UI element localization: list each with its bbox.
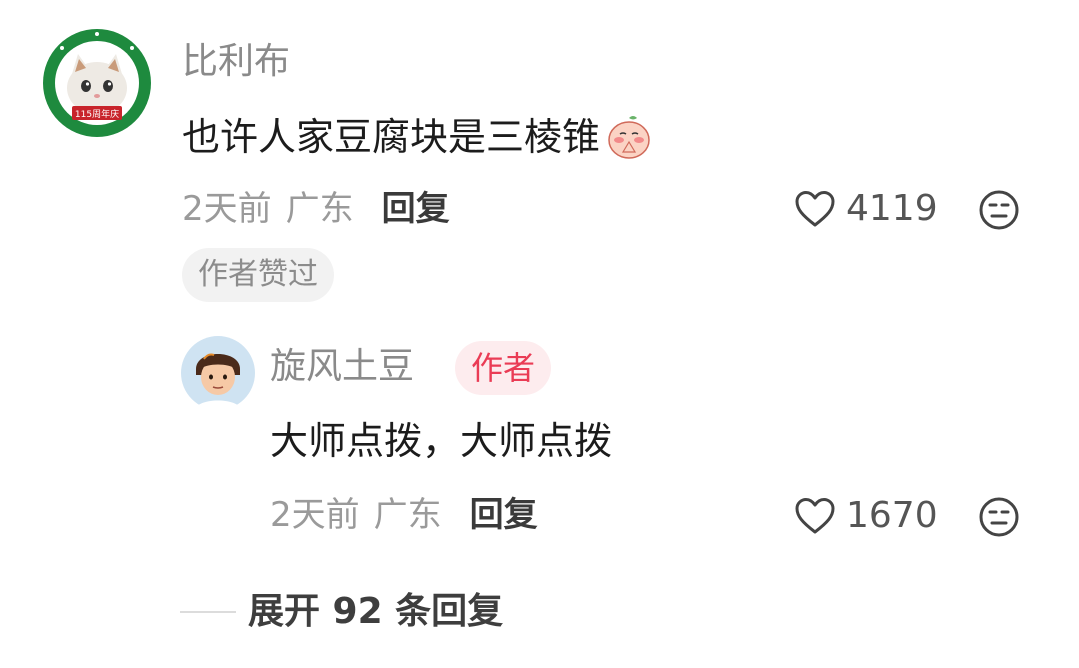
like-count: 4119: [846, 188, 938, 229]
author-badge: 作者: [455, 341, 552, 395]
svg-text:115周年庆: 115周年庆: [75, 108, 119, 120]
comment-meta: 2天前 广东 回复: [182, 192, 450, 226]
reply-text: 大师点拨，大师点拨: [270, 419, 613, 463]
reply-like-button[interactable]: 1670: [794, 497, 938, 535]
username[interactable]: 比利布: [182, 44, 290, 80]
heart-icon: [795, 498, 835, 534]
reply-dislike-icon[interactable]: [978, 496, 1020, 542]
reply-time: 2天前: [270, 495, 360, 535]
comment-time: 2天前: [182, 189, 272, 229]
like-button[interactable]: 4119: [794, 190, 938, 228]
expand-divider: [180, 611, 236, 613]
pray-emoji-icon: [604, 112, 654, 162]
reply-button[interactable]: 回复: [382, 192, 450, 226]
reply-avatar[interactable]: [180, 335, 256, 411]
avatar[interactable]: 115周年庆: [42, 28, 152, 138]
comment-body: 也许人家豆腐块是三棱锥: [182, 115, 601, 159]
reply-meta: 2天前 广东 回复: [270, 498, 538, 532]
comment-location: 广东: [285, 189, 354, 229]
reply-username[interactable]: 旋风土豆: [270, 349, 414, 385]
reply-like-count: 1670: [846, 495, 938, 536]
reply-location: 广东: [373, 495, 442, 535]
author-liked-badge: 作者赞过: [182, 248, 334, 302]
reply-reply-button[interactable]: 回复: [470, 498, 538, 532]
expand-replies-button[interactable]: 展开 92 条回复: [248, 594, 503, 630]
heart-icon: [795, 191, 835, 227]
dislike-icon[interactable]: [978, 189, 1020, 235]
comment-text: 也许人家豆腐块是三棱锥: [182, 112, 654, 162]
